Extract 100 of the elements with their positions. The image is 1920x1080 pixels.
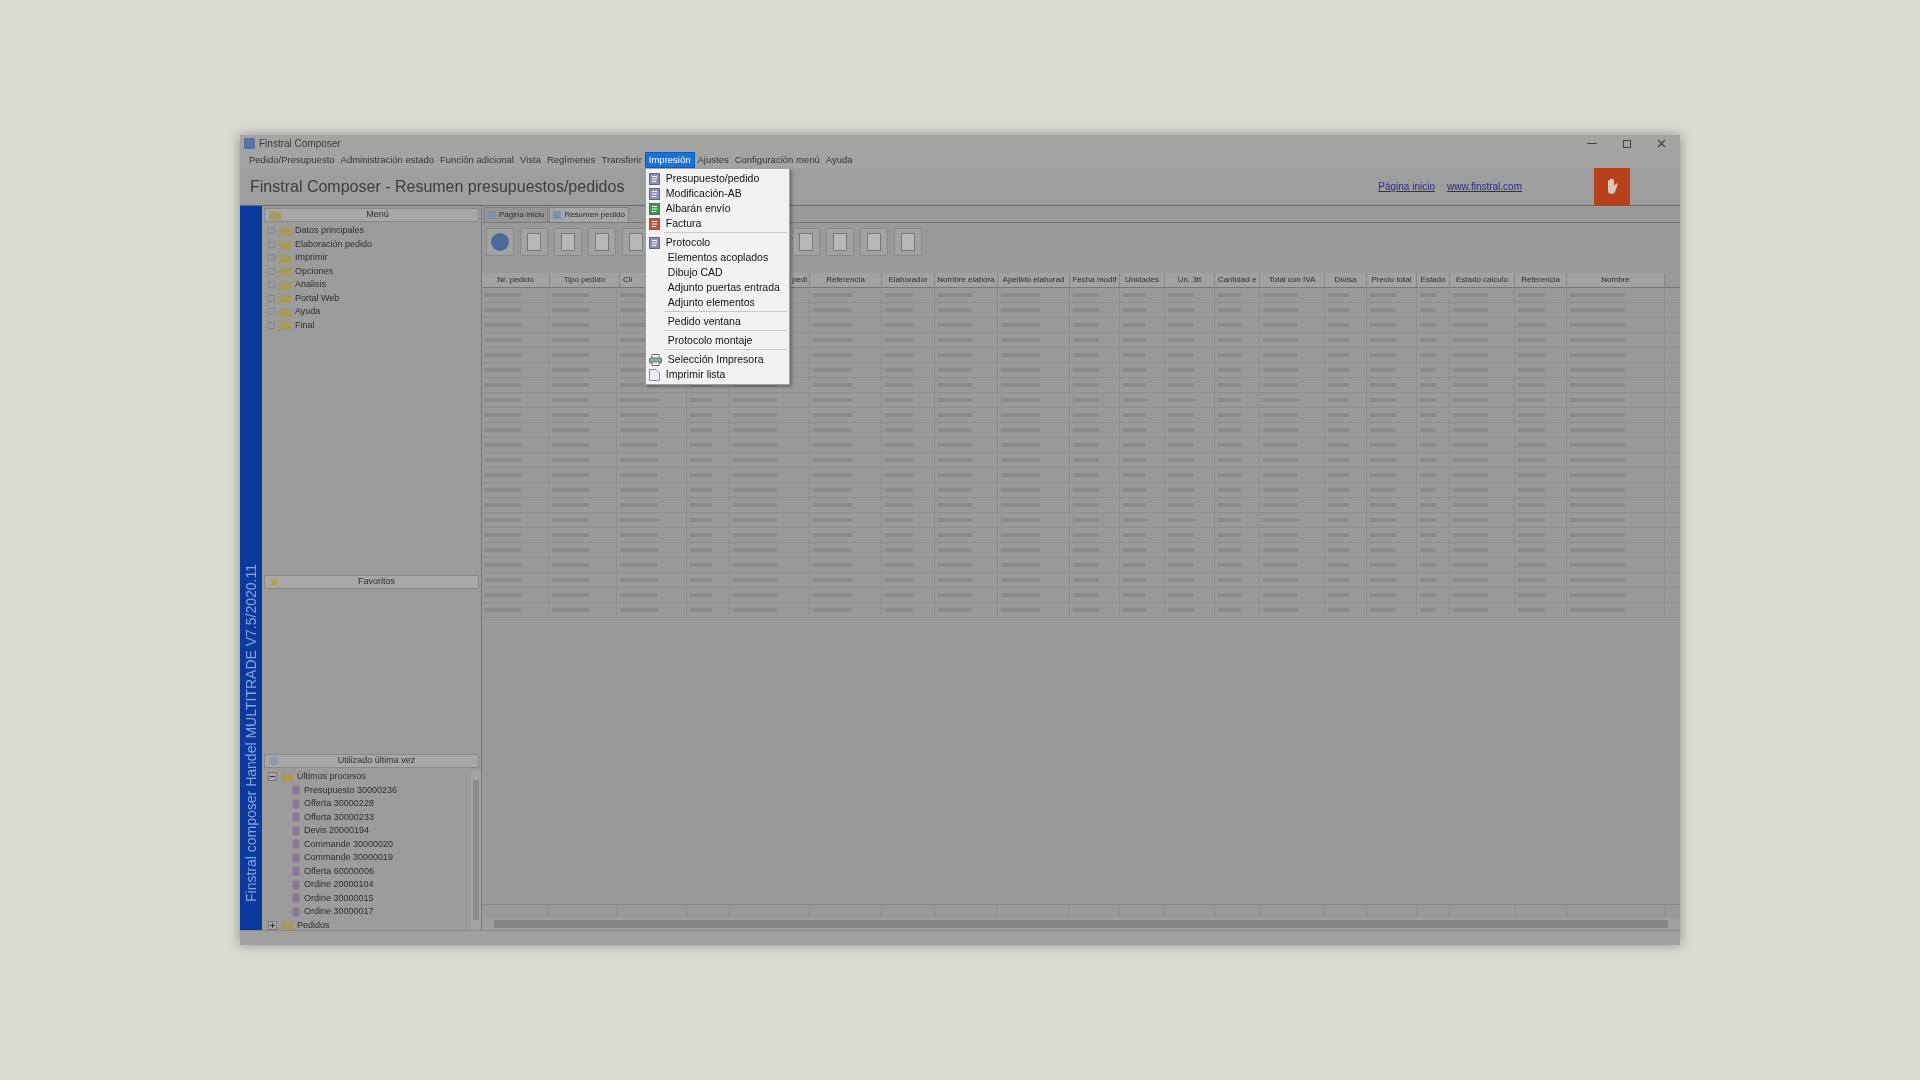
column-header[interactable]: Divisa	[1325, 273, 1367, 287]
column-header[interactable]: Nombre elabora	[935, 273, 998, 287]
header-link[interactable]: www.finstral.com	[1447, 179, 1522, 194]
menu-bar-item[interactable]: Vista	[516, 152, 544, 168]
menu-item[interactable]: Presupuesto/pedido	[645, 171, 789, 186]
menu-bar-item[interactable]: Pedido/Presupuesto	[246, 152, 338, 168]
document-icon	[867, 233, 881, 251]
tree-item[interactable]: Analisis	[268, 278, 481, 292]
expand-icon[interactable]	[268, 920, 277, 930]
column-header[interactable]: Apellido elaborad	[998, 273, 1070, 287]
tree-item[interactable]: Commande 30000020	[268, 837, 471, 851]
menu-item[interactable]: Pedido ventana	[645, 314, 789, 329]
toolbar-button[interactable]	[860, 228, 888, 256]
toolbar-button[interactable]	[554, 228, 582, 256]
document-icon	[292, 825, 300, 836]
column-header[interactable]: Referencia	[810, 273, 882, 287]
document-icon	[833, 233, 847, 251]
menu-bar-item[interactable]: Regímenes	[543, 152, 599, 168]
menu-item[interactable]: Factura	[645, 216, 789, 231]
menu-item[interactable]: Imprimir lista	[645, 367, 789, 382]
tree-item[interactable]: Elaboración pedido	[268, 237, 481, 251]
blurred-table-row[interactable]	[482, 348, 1680, 363]
column-header[interactable]: Unidades	[1120, 273, 1165, 287]
collapse-icon[interactable]	[268, 772, 277, 782]
page-title: Finstral Composer - Resumen presupuestos/pedidos	[250, 176, 625, 197]
header-link[interactable]: Página inicio	[1378, 179, 1435, 194]
hand-icon	[1605, 177, 1619, 196]
column-header[interactable]: Fecha modif	[1070, 273, 1120, 287]
document-icon	[648, 187, 660, 200]
column-header[interactable]: Estado calculo	[1450, 273, 1515, 287]
menu-bar-item[interactable]: Ajustes	[694, 152, 732, 168]
menu-item[interactable]: Modificación-AB	[645, 186, 789, 201]
menu-item[interactable]: Elementos acoplados	[645, 250, 789, 265]
tree-item[interactable]: Portal Web	[268, 291, 481, 305]
tree-item[interactable]: Imprimir	[268, 251, 481, 265]
toolbar-button[interactable]	[520, 228, 548, 256]
tree-item[interactable]: Pedidos	[268, 918, 471, 932]
document-icon	[292, 839, 300, 850]
column-header[interactable]: Tipo pedido	[550, 273, 620, 287]
menu-item[interactable]: Albarán envío	[645, 201, 789, 216]
tree-item[interactable]: Final	[268, 318, 481, 332]
tree-item[interactable]: Offerta 60000006	[268, 864, 471, 878]
horizontal-scrollbar[interactable]	[482, 918, 1680, 930]
tree-item[interactable]: Últimos procesos	[268, 770, 471, 784]
tab-icon	[553, 211, 562, 219]
tree-item[interactable]: Devis 20000194	[268, 824, 471, 838]
menu-bar-item[interactable]: Configuración menú	[731, 152, 823, 168]
column-header[interactable]: Referencia	[1515, 273, 1567, 287]
menu-item[interactable]: Protocolo	[645, 235, 789, 250]
tree-item[interactable]: Offerta 30000228	[268, 797, 471, 811]
tree-item[interactable]: Commande 30000019	[268, 851, 471, 865]
menu-item[interactable]: Selección Impresora	[645, 352, 789, 367]
tree-item[interactable]: Datos principales	[268, 224, 481, 238]
tree-item[interactable]: Ordine 30000015	[268, 891, 471, 905]
tab[interactable]: Resumen pedido	[549, 207, 629, 222]
scrollbar[interactable]	[471, 770, 481, 930]
menu-bar-item[interactable]: Transferir	[598, 152, 645, 168]
document-icon	[292, 785, 300, 796]
folder-icon	[279, 279, 291, 290]
document-icon	[292, 906, 300, 917]
menu-item[interactable]: Protocolo montaje	[645, 333, 789, 348]
column-header[interactable]: Estado	[1417, 273, 1450, 287]
column-header[interactable]: Nr. pedido	[482, 273, 550, 287]
column-header[interactable]: Cantidad e	[1215, 273, 1260, 287]
blurred-table-row[interactable]	[482, 363, 1680, 378]
column-header[interactable]: Elaborador	[882, 273, 935, 287]
menu-item[interactable]: Adjunto elementos	[645, 295, 789, 310]
toolbar-button[interactable]	[588, 228, 616, 256]
toolbar-button[interactable]	[826, 228, 854, 256]
blurred-table-row[interactable]	[482, 333, 1680, 348]
document-icon	[561, 233, 575, 251]
menu-bar-item[interactable]: Ayuda	[822, 152, 856, 168]
menu-bar-item[interactable]: Función adicional	[437, 152, 517, 168]
minimize-icon[interactable]	[1587, 143, 1597, 144]
folder-icon	[279, 266, 291, 277]
blurred-table-row[interactable]	[482, 318, 1680, 333]
column-header[interactable]: Nombre	[1567, 273, 1665, 287]
column-header[interactable]: Precio total	[1367, 273, 1417, 287]
tree-item[interactable]: Ordine 20000104	[268, 878, 471, 892]
toolbar-button[interactable]	[486, 228, 514, 256]
toolbar-button[interactable]	[792, 228, 820, 256]
restore-icon[interactable]	[1623, 139, 1631, 148]
tree-item[interactable]: Ayuda	[268, 305, 481, 319]
folder-icon	[279, 252, 291, 263]
column-header[interactable]: Un. 3tt	[1165, 273, 1215, 287]
column-header[interactable]: Total con IVA	[1260, 273, 1325, 287]
blurred-table-row[interactable]	[482, 378, 1680, 393]
tree-item[interactable]: Opciones	[268, 264, 481, 278]
document-icon	[648, 236, 660, 249]
tree-item[interactable]: Offerta 30000233	[268, 810, 471, 824]
document-icon	[292, 893, 300, 904]
tree-item[interactable]: Presupuesto 30000236	[268, 783, 471, 797]
document-icon	[648, 217, 660, 230]
menu-bar-item[interactable]: Administración estado	[337, 152, 438, 168]
document-icon	[292, 852, 300, 863]
menu-bar-item[interactable]: Impresión	[644, 152, 695, 168]
tab[interactable]: Página inicio	[484, 207, 549, 222]
close-icon[interactable]	[1657, 139, 1666, 148]
toolbar-button[interactable]	[894, 228, 922, 256]
tree-item[interactable]: Ordine 30000017	[268, 905, 471, 919]
